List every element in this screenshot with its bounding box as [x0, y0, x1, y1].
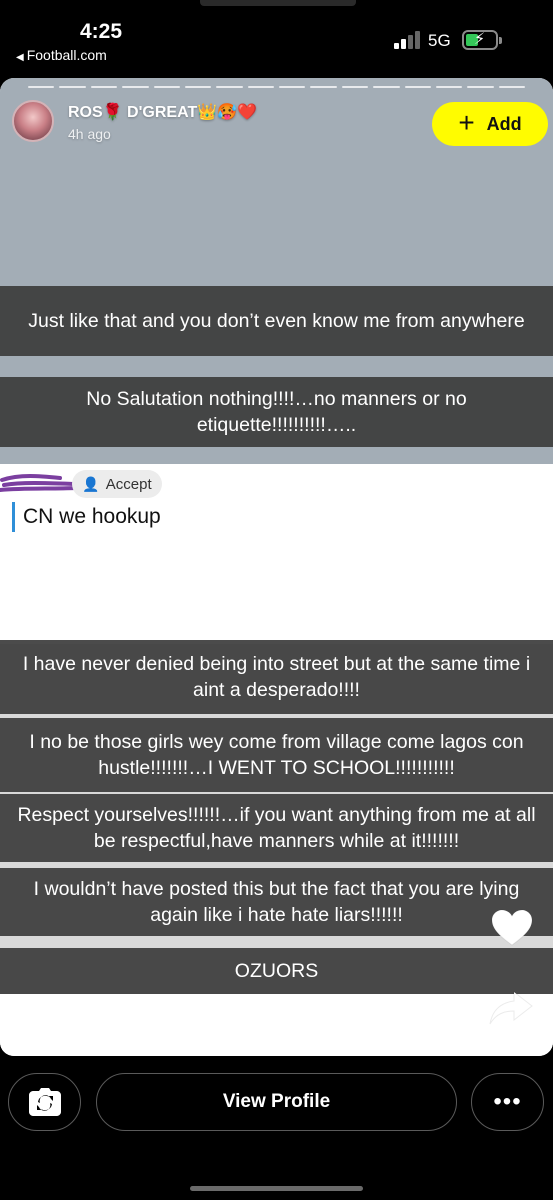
story-caption: I no be those girls wey come from villag… — [0, 718, 553, 792]
story-caption: I have never denied being into street bu… — [0, 640, 553, 714]
battery-nub — [499, 37, 502, 44]
camera-flip-icon — [28, 1088, 61, 1116]
story-timestamp: 4h ago — [68, 126, 111, 142]
status-time: 4:25 — [80, 20, 123, 43]
story-username[interactable]: ROS🌹 D'GREAT👑🥵❤️ — [68, 102, 257, 122]
accept-label: Accept — [105, 475, 152, 493]
story-footer-area — [0, 994, 553, 1056]
back-app-label: Football.com — [26, 47, 107, 63]
share-icon[interactable] — [488, 988, 534, 1028]
story-caption: OZUORS — [0, 948, 553, 994]
more-options-button[interactable]: ••• — [471, 1073, 544, 1131]
story-progress-bar — [0, 86, 553, 89]
view-profile-button[interactable]: View Profile — [96, 1073, 457, 1131]
story-caption: Respect yourselves!!!!!!…if you want any… — [0, 794, 553, 862]
accept-button[interactable]: 👤 Accept — [72, 470, 162, 498]
plus-icon: + — [458, 106, 475, 138]
redacted-name-scribble — [0, 474, 78, 492]
network-type: 5G — [428, 31, 451, 50]
story-caption: Just like that and you don’t even know m… — [0, 286, 553, 356]
dynamic-island — [200, 0, 356, 6]
back-arrow-icon: ◀ — [16, 52, 24, 63]
heart-icon[interactable] — [490, 908, 534, 948]
avatar[interactable] — [12, 100, 54, 142]
add-friend-button[interactable]: + Add — [432, 102, 548, 146]
home-indicator[interactable] — [190, 1186, 363, 1191]
add-person-icon: 👤 — [82, 475, 100, 492]
story-viewer[interactable]: ROS🌹 D'GREAT👑🥵❤️ 4h ago + Add Just like … — [0, 78, 553, 1056]
back-to-app-link[interactable]: ◀ Football.com — [16, 47, 107, 63]
status-bar: 4:25 ◀ Football.com 5G ⚡ — [0, 0, 553, 70]
story-caption: I wouldn’t have posted this but the fact… — [0, 868, 553, 936]
battery-charging-icon: ⚡ — [462, 30, 498, 50]
signal-bars-icon — [394, 31, 422, 49]
story-caption: No Salutation nothing!!!!…no manners or … — [0, 377, 553, 447]
add-label: Add — [486, 113, 522, 134]
chat-message: CN we hookup — [12, 502, 161, 532]
camera-button[interactable] — [8, 1073, 81, 1131]
